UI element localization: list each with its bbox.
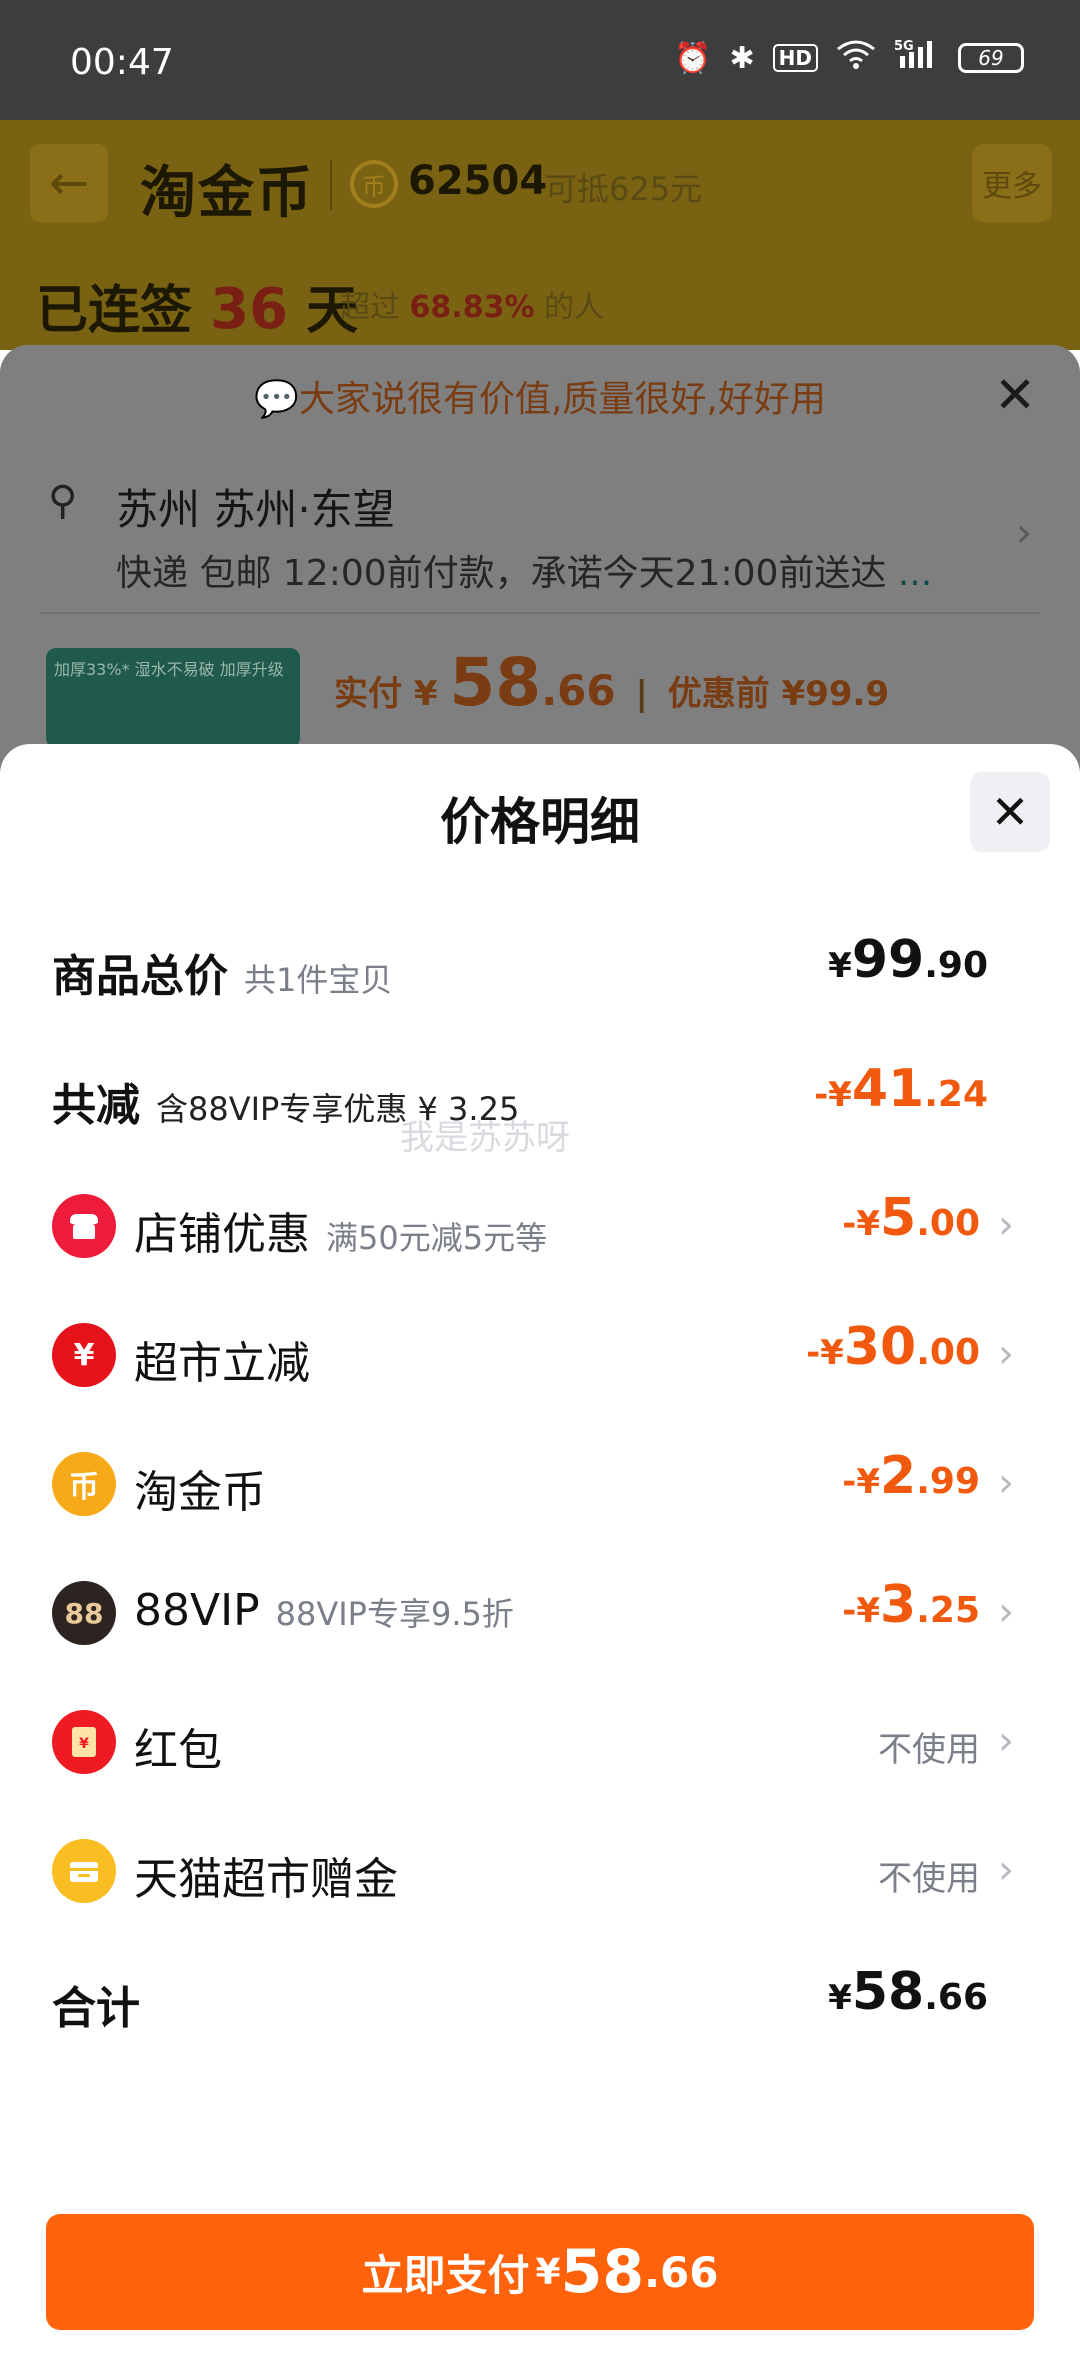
row-label: 天猫超市赠金 (134, 1854, 398, 1905)
delivery-info: 快递 包邮 12:00前付款，承诺今天21:00前送达 ... (116, 544, 932, 596)
row-label: 店铺优惠 满50元减5元等 (134, 1209, 548, 1260)
before-discount: 优惠前 ¥99.9 (667, 674, 890, 714)
title-divider (330, 160, 332, 210)
price-label: 实付 (334, 674, 402, 714)
streak-days: 36 (210, 277, 289, 342)
pay-integer: 58 (560, 2237, 645, 2307)
more-button[interactable]: 更多 (972, 144, 1052, 222)
chevron-right-icon: › (998, 1847, 1014, 1893)
status-icons: ⏰ ✱ HD 5G 69 (674, 38, 1024, 78)
price-separator: | (635, 674, 648, 714)
streak-prefix: 已连签 (36, 281, 193, 341)
bluetooth-icon: ✱ (729, 40, 755, 76)
comment-icon: 💬 (254, 379, 299, 420)
row-label: 88VIP 88VIP专享9.5折 (134, 1585, 514, 1636)
streak-percent: 68.83% (409, 290, 535, 325)
sheet-title: 价格明细 (440, 793, 640, 851)
coin-balance: 62504 (408, 158, 548, 204)
streak-text: 已连签 36 天 (36, 268, 358, 343)
watermark: 我是苏苏呀 (400, 1118, 570, 1158)
pay-label: 立即支付 (361, 2250, 530, 2300)
row-tmall-bonus[interactable]: 天猫超市赠金 不使用 › (0, 1821, 1080, 1921)
row-label: 淘金币 (134, 1467, 266, 1518)
row-sub: 满50元减5元等 (326, 1219, 548, 1257)
row-value: 不使用 (878, 1730, 980, 1770)
close-button[interactable]: ✕ (970, 772, 1050, 852)
network-type: 5G (894, 39, 914, 54)
battery-icon: 69 (958, 43, 1024, 73)
pay-decimal: .66 (644, 2247, 719, 2297)
row-amount: -¥3.25 (842, 1575, 980, 1635)
row-supermarket-discount[interactable]: ¥ 超市立减 -¥30.00 › (0, 1305, 1080, 1405)
row-total-price: 商品总价 共1件宝贝 ¥99.90 (0, 918, 1080, 1018)
row-label: 红包 (134, 1725, 222, 1776)
order-close-icon[interactable]: ✕ (994, 366, 1036, 424)
pay-currency: ¥ (535, 2251, 561, 2293)
status-bar: 00:47 ⏰ ✱ HD 5G 69 (0, 0, 1080, 120)
row-label: 合计 (52, 1983, 140, 2034)
streak-over-prefix: 超过 (340, 290, 400, 325)
alarm-icon: ⏰ (674, 40, 712, 76)
review-banner: 💬大家说很有价值,质量很好,好好用 (0, 370, 1080, 422)
page-title: 淘金币 (140, 161, 314, 226)
coin-value: 可抵625元 (545, 170, 703, 208)
row-red-packet[interactable]: ¥ 红包 不使用 › (0, 1692, 1080, 1792)
streak-rank: 超过 68.83% 的人 (340, 282, 604, 326)
price-decimal: .66 (541, 666, 616, 715)
row-amount: ¥99.90 (828, 930, 988, 990)
row-88vip[interactable]: 88 88VIP 88VIP专享9.5折 -¥3.25 › (0, 1563, 1080, 1663)
chevron-right-icon: › (998, 1718, 1014, 1764)
coin-icon: 币 (52, 1452, 116, 1516)
red-packet-glyph: ¥ (79, 1736, 89, 1752)
chevron-right-icon: › (998, 1331, 1014, 1377)
row-taojinbi[interactable]: 币 淘金币 -¥2.99 › (0, 1434, 1080, 1534)
red-packet-icon: ¥ (52, 1710, 116, 1774)
row-shop-discount[interactable]: 店铺优惠 满50元减5元等 -¥5.00 › (0, 1176, 1080, 1276)
address-chevron-icon[interactable]: › (1016, 510, 1032, 556)
delivery-more: ... (897, 553, 933, 594)
location-pin-icon: ⚲ (48, 478, 78, 524)
shop-icon (52, 1194, 116, 1258)
row-amount: -¥41.24 (814, 1059, 988, 1119)
back-arrow-icon[interactable]: ← (30, 144, 108, 222)
gift-icon (52, 1839, 116, 1903)
close-icon: ✕ (990, 785, 1030, 839)
yuan-icon: ¥ (52, 1323, 116, 1387)
row-sub: 88VIP专享9.5折 (275, 1595, 514, 1633)
chevron-right-icon: › (998, 1460, 1014, 1506)
row-label: 超市立减 (134, 1338, 310, 1389)
price-currency: ¥ (413, 674, 438, 714)
signal-icon: 5G (894, 38, 940, 78)
payment-summary: 实付 ¥ 58.66 | 优惠前 ¥99.9 (334, 644, 889, 721)
row-amount: -¥5.00 (842, 1188, 980, 1248)
pay-now-button[interactable]: 立即支付 ¥ 58.66 (46, 2214, 1034, 2330)
review-banner-text: 大家说很有价值,质量很好,好好用 (298, 379, 826, 420)
divider (40, 612, 1040, 614)
address-text[interactable]: 苏州 苏州·东望 (116, 476, 395, 537)
vip-88-icon: 88 (52, 1581, 116, 1645)
row-grand-total: 合计 ¥58.66 (0, 1950, 1080, 2050)
price-detail-sheet: 价格明细 ✕ 商品总价 共1件宝贝 ¥99.90 共减 含88VIP专享优惠 ¥ 3… (0, 744, 1080, 2376)
chevron-right-icon: › (998, 1589, 1014, 1635)
clock: 00:47 (70, 42, 174, 83)
row-value: 不使用 (878, 1859, 980, 1899)
streak-over-suffix: 的人 (544, 290, 605, 325)
wifi-icon (836, 39, 876, 77)
price-integer: 58 (449, 644, 542, 721)
delivery-text: 快递 包邮 12:00前付款，承诺今天21:00前送达 (116, 553, 887, 594)
hd-icon: HD (772, 44, 818, 72)
row-sub: 共1件宝贝 (244, 961, 393, 999)
row-label: 商品总价 共1件宝贝 (52, 951, 393, 1002)
row-amount: -¥30.00 (806, 1317, 980, 1377)
row-amount: -¥2.99 (842, 1446, 980, 1506)
chevron-right-icon: › (998, 1202, 1014, 1248)
product-thumbnail[interactable]: 加厚33%* 湿水不易破 加厚升级 (46, 648, 300, 748)
row-amount: ¥58.66 (828, 1962, 988, 2022)
coin-icon: 币 (350, 160, 398, 208)
